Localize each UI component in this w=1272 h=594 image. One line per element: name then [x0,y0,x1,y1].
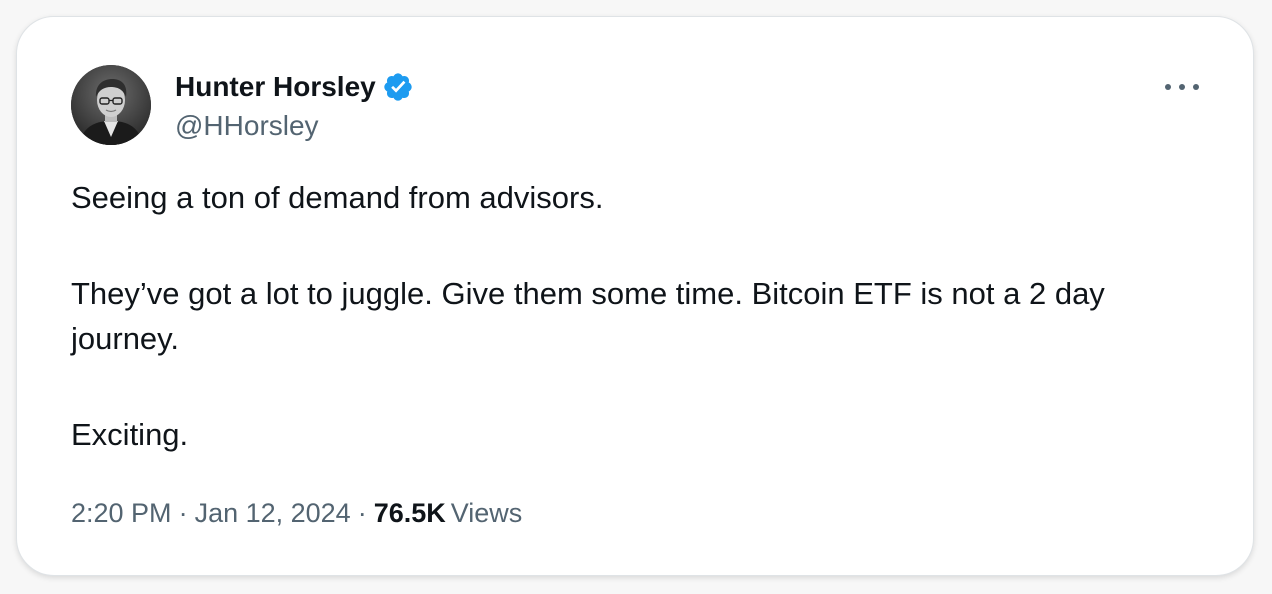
meta-separator: · [178,498,188,528]
more-horizontal-icon-dot [1179,84,1185,90]
tweet-card: Hunter Horsley @HHorsley Seeing a ton of… [16,16,1254,576]
verified-badge-icon [384,73,412,101]
meta-separator: · [357,498,367,528]
tweet-text: Seeing a ton of demand from advisors. Th… [71,175,1191,457]
author-avatar[interactable] [71,65,151,145]
views-label: Views [450,498,523,528]
tweet-date[interactable]: Jan 12, 2024 [195,498,351,528]
more-horizontal-icon [1165,84,1171,90]
author-name[interactable]: Hunter Horsley [175,69,376,105]
tweet-paragraph: Exciting. [71,417,189,452]
avatar-photo [71,65,151,145]
more-options-button[interactable] [1165,77,1199,97]
tweet-meta: 2:20 PM · Jan 12, 2024 · 76.5K Views [71,495,522,531]
tweet-paragraph: Seeing a ton of demand from advisors. [71,180,604,215]
tweet-time[interactable]: 2:20 PM [71,498,172,528]
tweet-paragraph: They’ve got a lot to juggle. Give them s… [71,276,1105,356]
author-handle[interactable]: @HHorsley [175,108,319,144]
views-count[interactable]: 76.5K [374,498,446,528]
more-horizontal-icon-dot [1193,84,1199,90]
author-name-row: Hunter Horsley [175,69,414,105]
